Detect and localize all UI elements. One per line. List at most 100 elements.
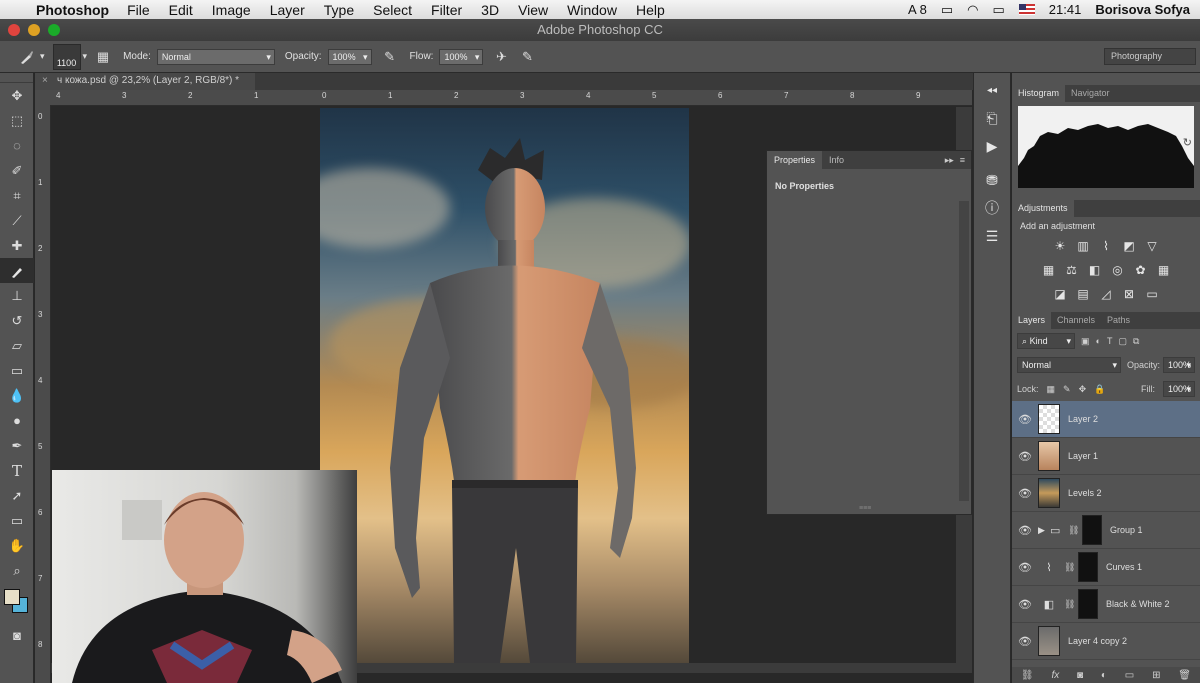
clone-stamp-tool-icon[interactable]: ⊥ bbox=[0, 283, 34, 308]
dodge-tool-icon[interactable]: ● bbox=[0, 408, 34, 433]
visibility-eye-icon[interactable]: 👁 bbox=[1012, 450, 1038, 463]
menu-3d[interactable]: 3D bbox=[481, 2, 499, 18]
filter-smart-objects-icon[interactable]: ⧉ bbox=[1133, 336, 1139, 347]
actions-panel-icon[interactable]: ▶ bbox=[977, 133, 1007, 159]
filter-type-layers-icon[interactable]: T bbox=[1107, 336, 1113, 346]
flow-field[interactable]: 100% bbox=[439, 48, 484, 65]
visibility-eye-icon[interactable]: 👁 bbox=[1012, 635, 1038, 648]
vertical-ruler[interactable]: 0 1 2 3 4 5 6 7 8 bbox=[35, 106, 51, 683]
adobe-status[interactable]: A 8 bbox=[908, 2, 927, 17]
visibility-eye-icon[interactable]: 👁 bbox=[1012, 487, 1038, 500]
menu-help[interactable]: Help bbox=[636, 2, 665, 18]
posterize-icon[interactable]: ▤ bbox=[1074, 286, 1092, 302]
layer-row[interactable]: 👁 Layer 4 copy 2 bbox=[1012, 623, 1200, 660]
new-adjustment-layer-icon[interactable]: ◐ bbox=[1101, 670, 1107, 681]
vibrance-icon[interactable]: ▽ bbox=[1143, 238, 1161, 254]
layer-name[interactable]: Layer 2 bbox=[1068, 414, 1098, 424]
shape-tool-icon[interactable]: ▭ bbox=[0, 508, 34, 533]
menu-select[interactable]: Select bbox=[373, 2, 412, 18]
lock-image-pixels-icon[interactable]: ✎ bbox=[1063, 384, 1071, 395]
layer-row[interactable]: 👁 Layer 1 bbox=[1012, 438, 1200, 475]
layer-mask-thumbnail[interactable] bbox=[1082, 515, 1102, 545]
layer-row[interactable]: 👁 ▶ ▭ ⛓ Group 1 bbox=[1012, 512, 1200, 549]
brush-panel-toggle-icon[interactable]: ▦ bbox=[93, 47, 113, 67]
display-icon[interactable]: ▭ bbox=[941, 2, 953, 18]
brush-tool-preset-icon[interactable] bbox=[14, 45, 40, 69]
battery-icon[interactable]: ▭ bbox=[993, 2, 1005, 18]
channel-mixer-icon[interactable]: ✿ bbox=[1132, 262, 1150, 278]
filter-shape-layers-icon[interactable]: ▢ bbox=[1118, 336, 1127, 347]
brush-picker-dropdown-icon[interactable]: ▾ bbox=[83, 51, 88, 62]
properties-scrollbar[interactable] bbox=[959, 201, 969, 501]
brush-size-preview[interactable]: 1100 bbox=[52, 43, 81, 70]
app-menu[interactable]: Photoshop bbox=[36, 2, 109, 18]
brightness-contrast-icon[interactable]: ☀ bbox=[1051, 238, 1069, 254]
horizontal-ruler[interactable]: 4 3 2 1 0 1 2 3 4 5 6 7 8 9 bbox=[50, 90, 972, 106]
tool-preset-dropdown-icon[interactable]: ▾ bbox=[40, 51, 45, 62]
menu-image[interactable]: Image bbox=[212, 2, 251, 18]
menu-filter[interactable]: Filter bbox=[431, 2, 462, 18]
tab-paths[interactable]: Paths bbox=[1101, 312, 1136, 329]
layer-name[interactable]: Group 1 bbox=[1110, 525, 1143, 535]
selective-color-icon[interactable]: ⊠ bbox=[1120, 286, 1138, 302]
layer-row[interactable]: 👁 ◧ ⛓ Black & White 2 bbox=[1012, 586, 1200, 623]
layer-opacity-field[interactable]: 100% bbox=[1163, 357, 1195, 373]
opacity-field[interactable]: 100% bbox=[327, 48, 372, 65]
close-window-icon[interactable] bbox=[8, 24, 20, 36]
lock-all-icon[interactable]: 🔒 bbox=[1094, 384, 1105, 395]
quick-mask-icon[interactable]: ◙ bbox=[0, 623, 34, 648]
document-canvas[interactable] bbox=[320, 108, 689, 663]
add-mask-icon[interactable]: ◙ bbox=[1077, 670, 1083, 681]
path-selection-tool-icon[interactable]: ➚ bbox=[0, 483, 34, 508]
tab-channels[interactable]: Channels bbox=[1051, 312, 1101, 329]
visibility-eye-icon[interactable]: 👁 bbox=[1012, 598, 1038, 611]
menu-edit[interactable]: Edit bbox=[169, 2, 193, 18]
expand-dock-icon[interactable]: ◂◂ bbox=[977, 77, 1007, 103]
resize-grip-icon[interactable]: ≡≡≡ bbox=[859, 505, 871, 512]
layer-row[interactable]: 👁 Levels 2 bbox=[1012, 475, 1200, 512]
layer-name[interactable]: Black & White 2 bbox=[1106, 599, 1170, 609]
move-tool-icon[interactable]: ✥ bbox=[0, 83, 34, 108]
wifi-icon[interactable]: ◠ bbox=[967, 2, 978, 18]
healing-brush-tool-icon[interactable]: ✚ bbox=[0, 233, 34, 258]
menu-layer[interactable]: Layer bbox=[270, 2, 305, 18]
quick-selection-tool-icon[interactable]: ✐ bbox=[0, 158, 34, 183]
history-panel-icon[interactable]: ⎗ bbox=[977, 105, 1007, 131]
layer-name[interactable]: Levels 2 bbox=[1068, 488, 1102, 498]
layer-name[interactable]: Layer 1 bbox=[1068, 451, 1098, 461]
type-tool-icon[interactable]: T bbox=[0, 458, 34, 483]
tab-properties[interactable]: Properties bbox=[767, 151, 823, 169]
lock-transparent-pixels-icon[interactable]: ▦ bbox=[1047, 384, 1056, 395]
tab-navigator[interactable]: Navigator bbox=[1065, 85, 1116, 102]
visibility-eye-icon[interactable]: 👁 bbox=[1012, 561, 1038, 574]
hue-saturation-icon[interactable]: ▦ bbox=[1040, 262, 1058, 278]
clock[interactable]: 21:41 bbox=[1049, 2, 1082, 17]
history-brush-tool-icon[interactable]: ↺ bbox=[0, 308, 34, 333]
info-panel-icon[interactable]: ⓘ bbox=[977, 195, 1007, 221]
tools-panel-grip[interactable] bbox=[0, 73, 33, 83]
collapse-panel-icon[interactable]: ▸▸ bbox=[945, 155, 954, 166]
mode-select[interactable]: Normal bbox=[156, 48, 275, 65]
layer-fill-field[interactable]: 100% bbox=[1163, 381, 1195, 397]
layer-blend-mode-select[interactable]: Normal bbox=[1017, 357, 1121, 373]
marquee-tool-icon[interactable]: ⬚ bbox=[0, 108, 34, 133]
layer-name[interactable]: Layer 4 copy 2 bbox=[1068, 636, 1127, 646]
layer-row[interactable]: 👁 Layer 2 bbox=[1012, 401, 1200, 438]
zoom-tool-icon[interactable]: ⌕ bbox=[0, 558, 34, 583]
filter-adjustment-layers-icon[interactable]: ◐ bbox=[1096, 336, 1101, 346]
foreground-color-swatch[interactable] bbox=[4, 589, 20, 605]
gradient-tool-icon[interactable]: ▭ bbox=[0, 358, 34, 383]
pressure-opacity-icon[interactable]: ✎ bbox=[380, 47, 400, 67]
tab-info[interactable]: Info bbox=[822, 151, 851, 169]
crop-tool-icon[interactable]: ⌗ bbox=[0, 183, 34, 208]
hand-tool-icon[interactable]: ✋ bbox=[0, 533, 34, 558]
layer-mask-thumbnail[interactable] bbox=[1078, 589, 1098, 619]
levels-icon[interactable]: ▥ bbox=[1074, 238, 1092, 254]
user-name[interactable]: Borisova Sofya bbox=[1095, 2, 1190, 17]
threshold-icon[interactable]: ◿ bbox=[1097, 286, 1115, 302]
gradient-map-icon[interactable]: ▭ bbox=[1143, 286, 1161, 302]
layer-comps-panel-icon[interactable]: ⛃ bbox=[977, 167, 1007, 193]
layer-row[interactable]: 👁 ⌇ ⛓ Curves 1 bbox=[1012, 549, 1200, 586]
visibility-eye-icon[interactable]: 👁 bbox=[1012, 413, 1038, 426]
tab-layers[interactable]: Layers bbox=[1012, 312, 1052, 329]
